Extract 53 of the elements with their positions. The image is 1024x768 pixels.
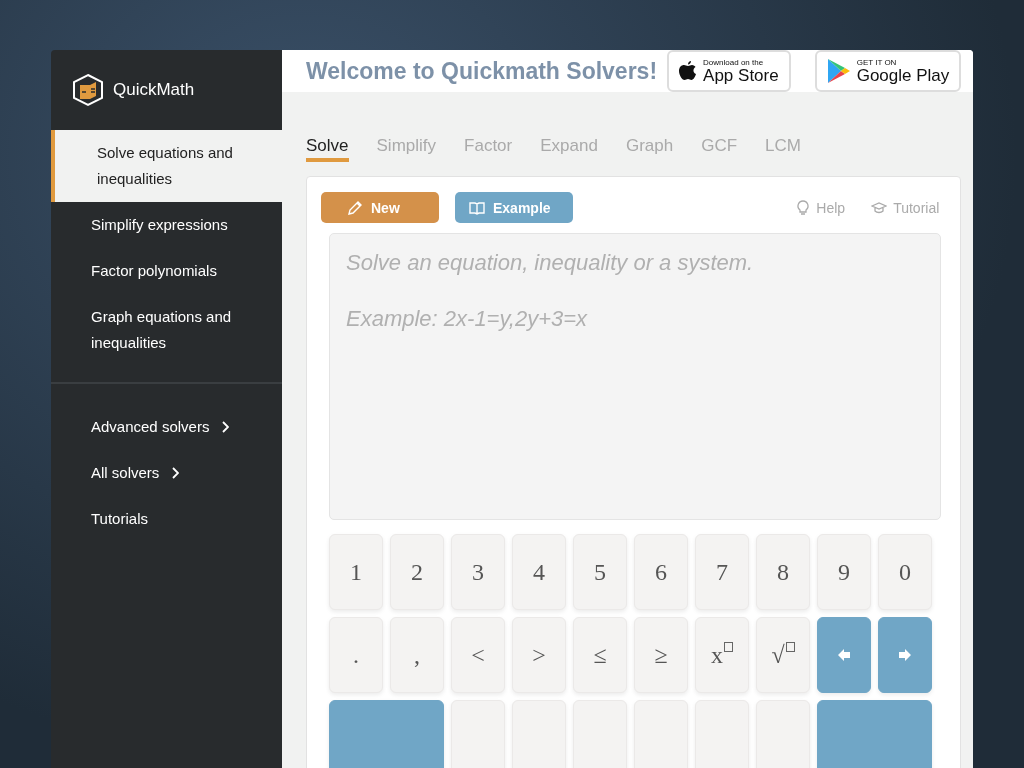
sidebar-item[interactable]: Solve equations and inequalities bbox=[51, 130, 282, 202]
keypad-key[interactable]: 1 bbox=[329, 534, 383, 610]
pencil-icon bbox=[347, 199, 363, 216]
tab[interactable]: Solve bbox=[306, 136, 349, 162]
keypad-key[interactable]: 7 bbox=[695, 534, 749, 610]
badge-caption: Download on the bbox=[703, 58, 765, 67]
keypad-key[interactable]: 4 bbox=[512, 534, 566, 610]
keypad-key[interactable]: 9 bbox=[817, 534, 871, 610]
keypad-key[interactable] bbox=[329, 700, 444, 768]
arrow-right-icon bbox=[897, 647, 913, 663]
keypad-key[interactable]: ≥ bbox=[634, 617, 688, 693]
keypad-key[interactable]: 3 bbox=[451, 534, 505, 610]
logo-icon bbox=[71, 73, 105, 107]
badge-caption: GET IT ON bbox=[856, 58, 898, 67]
placeholder-text: Solve an equation, inequality or a system. bbox=[346, 250, 755, 276]
store-badge[interactable]: GET IT ON Google Play bbox=[814, 50, 962, 92]
keypad-key[interactable]: > bbox=[512, 617, 566, 693]
keypad-key[interactable] bbox=[878, 617, 932, 693]
lightbulb-icon bbox=[796, 199, 811, 216]
keypad-key[interactable]: 5 bbox=[573, 534, 627, 610]
keypad-key[interactable]: . bbox=[329, 617, 383, 693]
chevron-right-icon bbox=[221, 421, 230, 433]
graduation-cap-icon bbox=[871, 200, 888, 215]
store-name: Google Play bbox=[856, 66, 950, 84]
sidebar-link[interactable]: Advanced solvers bbox=[51, 404, 282, 450]
keypad-key[interactable]: 6 bbox=[634, 534, 688, 610]
sidebar-link[interactable]: All solvers bbox=[51, 450, 282, 496]
brand-name: QuickMath bbox=[113, 80, 195, 100]
keypad-key[interactable]: 2 bbox=[390, 534, 444, 610]
apple-icon bbox=[679, 60, 698, 82]
keypad-key[interactable]: 0 bbox=[878, 534, 932, 610]
keypad-key[interactable]: ≤ bbox=[573, 617, 627, 693]
arrow-left-icon bbox=[836, 647, 852, 663]
chevron-right-icon bbox=[171, 467, 180, 479]
store-name: App Store bbox=[703, 66, 779, 84]
sidebar-item[interactable]: Graph equations and inequalities bbox=[51, 294, 282, 366]
page-title: Welcome to Quickmath Solvers! bbox=[306, 57, 658, 85]
link-label: Advanced solvers bbox=[91, 417, 210, 437]
sidebar-link[interactable]: Tutorials bbox=[51, 496, 282, 542]
example-hint: Example: 2x-1=y,2y+3=x bbox=[346, 306, 589, 332]
play-store-icon bbox=[826, 58, 851, 84]
sidebar-item[interactable]: Simplify expressions bbox=[51, 202, 282, 248]
book-icon bbox=[469, 200, 485, 215]
link-label: All solvers bbox=[91, 463, 160, 483]
sidebar-item[interactable]: Factor polynomials bbox=[51, 248, 282, 294]
keypad-key[interactable]: 8 bbox=[756, 534, 810, 610]
keypad-key[interactable] bbox=[817, 617, 871, 693]
keypad-key[interactable]: , bbox=[390, 617, 444, 693]
keypad-key[interactable] bbox=[817, 700, 932, 768]
keypad-key[interactable]: √ bbox=[756, 617, 810, 693]
keypad-key[interactable]: x bbox=[695, 617, 749, 693]
keypad-key[interactable]: < bbox=[451, 617, 505, 693]
store-badge[interactable]: Download on the App Store bbox=[667, 50, 791, 92]
